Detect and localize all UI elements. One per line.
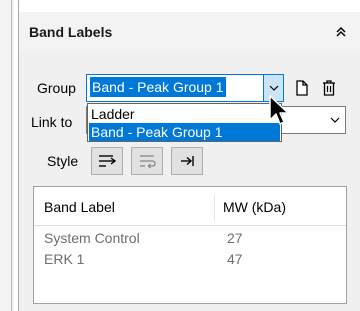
new-document-icon[interactable] xyxy=(292,77,312,99)
column-divider[interactable] xyxy=(214,195,215,221)
dropdown-item-ladder[interactable]: Ladder xyxy=(89,105,280,123)
group-combobox-value: Band - Peak Group 1 xyxy=(90,77,226,97)
link-to-label: Link to xyxy=(31,114,73,130)
table-cell-mw[interactable]: 27 xyxy=(227,230,243,246)
header-separator xyxy=(34,225,346,226)
table-cell-band-label[interactable]: System Control xyxy=(44,230,140,246)
group-combobox[interactable]: Band - Peak Group 1 xyxy=(86,74,284,102)
rail-divider xyxy=(11,0,12,311)
chevron-double-up-icon[interactable] xyxy=(331,22,351,42)
style-button-text-wrap[interactable] xyxy=(131,147,163,175)
dropdown-item-band-peak-group-1[interactable]: Band - Peak Group 1 xyxy=(89,123,280,141)
group-dropdown-list[interactable]: Ladder Band - Peak Group 1 xyxy=(87,103,282,142)
band-labels-window: Band Labels Group Band - Peak Group 1 Li… xyxy=(0,0,360,311)
style-label: Style xyxy=(47,153,79,169)
panel-header[interactable]: Band Labels xyxy=(19,12,360,52)
panel-title: Band Labels xyxy=(29,24,113,40)
style-button-wrap[interactable] xyxy=(91,147,123,175)
table-cell-band-label[interactable]: ERK 1 xyxy=(44,251,84,267)
style-button-tab[interactable] xyxy=(171,147,203,175)
band-labels-table[interactable]: Band Label MW (kDa) System Control 27 ER… xyxy=(33,186,347,304)
column-header-band-label[interactable]: Band Label xyxy=(44,199,115,215)
trash-icon[interactable] xyxy=(319,77,339,99)
link-to-dropdown-button[interactable] xyxy=(325,107,345,133)
group-dropdown-button[interactable] xyxy=(263,75,283,101)
group-label: Group xyxy=(37,80,76,96)
column-header-mw[interactable]: MW (kDa) xyxy=(223,199,286,215)
table-cell-mw[interactable]: 47 xyxy=(227,251,243,267)
